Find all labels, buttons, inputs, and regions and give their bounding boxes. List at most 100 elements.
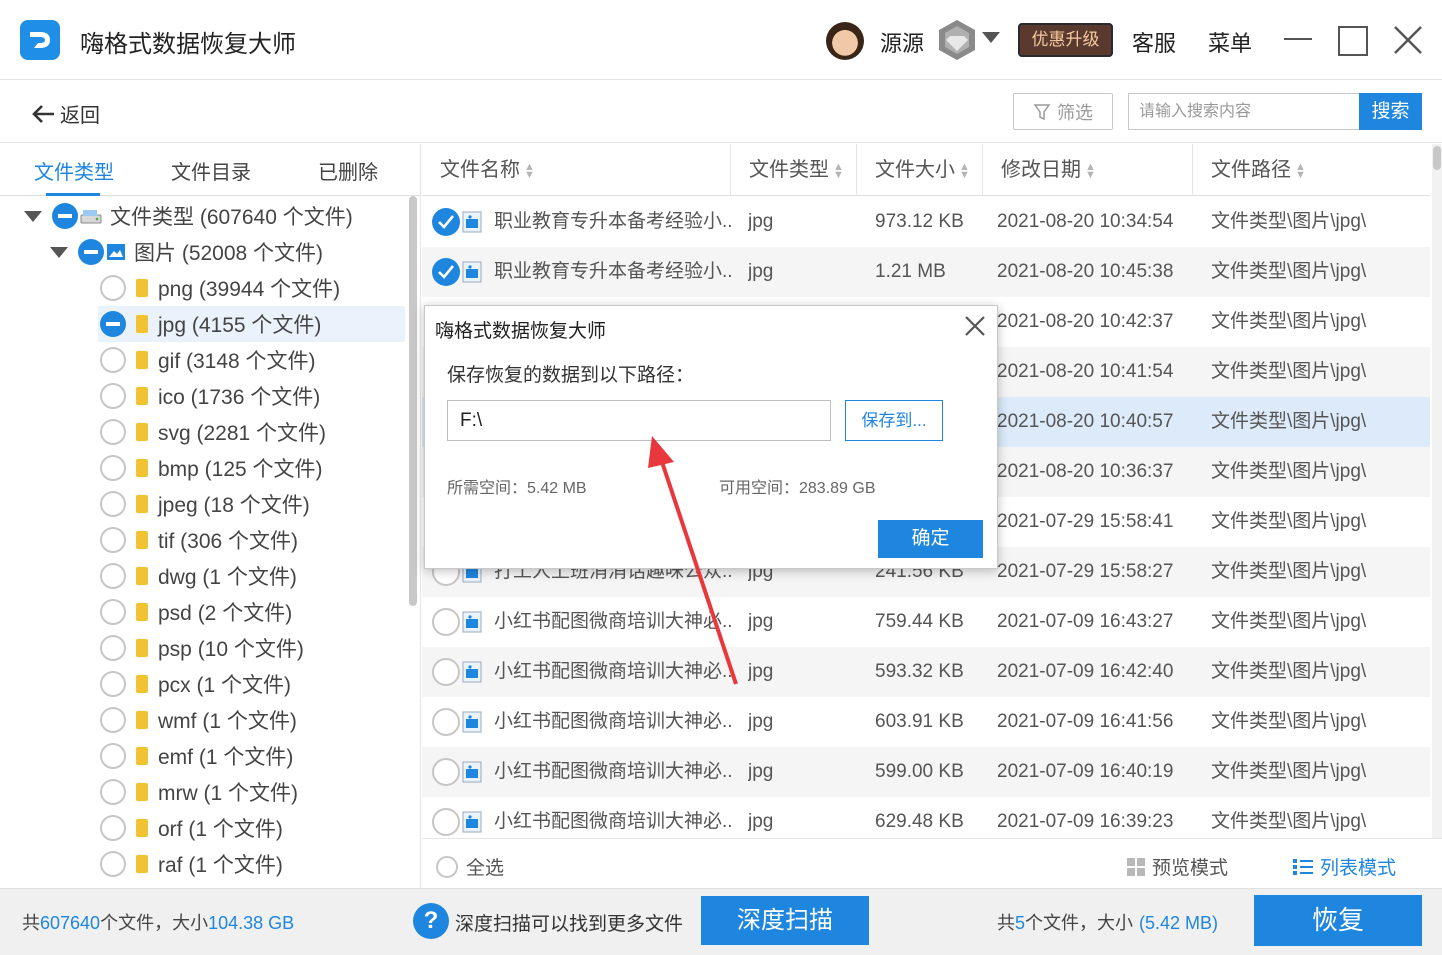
search-button[interactable]: 搜索 — [1359, 93, 1422, 130]
deep-scan-button[interactable]: 深度扫描 — [701, 896, 869, 945]
cell-modified-date: 2021-08-20 10:45:38 — [997, 261, 1174, 282]
folder-icon — [136, 387, 148, 405]
table-header: 文件名称 ▲ ▼ 文件类型 ▲ ▼ 文件大小 ▲ ▼ 修改日期 ▲ ▼ 文件路径 ▲ ▼ — [422, 144, 1430, 196]
unchecked-circle-icon[interactable] — [100, 599, 126, 625]
unchecked-circle-icon[interactable] — [432, 608, 460, 636]
tree-item[interactable]: psd (2 个文件) — [98, 594, 405, 630]
tree-category-images[interactable]: 图片 (52008 个文件) — [50, 234, 323, 270]
tree-item[interactable]: pcx (1 个文件) — [98, 666, 405, 702]
folder-icon — [136, 351, 148, 369]
expand-arrow-icon[interactable] — [24, 210, 42, 222]
table-row[interactable]: 小红书配图微商培训大神必... jpg 603.91 KB 2021-07-09 16… — [422, 697, 1430, 747]
unchecked-circle-icon[interactable] — [100, 743, 126, 769]
partial-check-icon[interactable] — [78, 239, 104, 265]
unchecked-circle-icon[interactable] — [100, 383, 126, 409]
unchecked-circle-icon[interactable] — [100, 527, 126, 553]
tree-item[interactable]: raf (1 个文件) — [98, 846, 405, 882]
tab-file-directory[interactable]: 文件目录 — [171, 156, 251, 185]
preview-mode-button[interactable]: 预览模式 — [1126, 853, 1228, 880]
unchecked-circle-icon[interactable] — [100, 815, 126, 841]
checked-circle-icon[interactable] — [432, 208, 460, 236]
customer-service-button[interactable]: 客服 — [1132, 26, 1176, 58]
tree-item-label: emf (1 个文件) — [158, 746, 294, 769]
tree-item[interactable]: emf (1 个文件) — [98, 738, 405, 774]
ok-button[interactable]: 确定 — [878, 520, 983, 558]
table-row[interactable]: 小红书配图微商培训大神必... jpg 593.32 KB 2021-07-09 16… — [422, 647, 1430, 697]
recover-button[interactable]: 恢复 — [1254, 895, 1422, 946]
table-row[interactable]: 小红书配图微商培训大神必... jpg 599.00 KB 2021-07-09 16… — [422, 747, 1430, 797]
tree-item[interactable]: wmf (1 个文件) — [98, 702, 405, 738]
username[interactable]: 源源 — [880, 26, 924, 58]
tree-item[interactable]: jpeg (18 个文件) — [98, 486, 405, 522]
cell-file-path: 文件类型\图片\jpg\ — [1211, 461, 1367, 482]
cell-file-name: 小红书配图微商培训大神必... — [494, 761, 734, 782]
tree-item[interactable]: orf (1 个文件) — [98, 810, 405, 846]
unchecked-circle-icon[interactable] — [100, 851, 126, 877]
unchecked-circle-icon[interactable] — [100, 671, 126, 697]
unchecked-circle-icon[interactable] — [432, 708, 460, 736]
upgrade-button[interactable]: 优惠升级 — [1018, 23, 1113, 57]
close-window-icon[interactable] — [1392, 24, 1424, 56]
column-header-name[interactable]: 文件名称 ▲ ▼ — [422, 144, 731, 196]
required-space: 所需空间：5.42 MB — [447, 480, 587, 497]
table-row[interactable]: 职业教育专升本备考经验小... jpg 973.12 KB 2021-08-20 10… — [422, 197, 1430, 247]
partial-check-icon[interactable] — [52, 203, 78, 229]
unchecked-circle-icon[interactable] — [432, 808, 460, 836]
tree-item[interactable]: bmp (125 个文件) — [98, 450, 405, 486]
unchecked-circle-icon[interactable] — [100, 563, 126, 589]
list-mode-button[interactable]: 列表模式 — [1292, 853, 1396, 880]
tree-item[interactable]: tif (306 个文件) — [98, 522, 405, 558]
user-menu-chevron-down-icon[interactable] — [982, 32, 1000, 43]
cell-modified-date: 2021-07-09 16:43:27 — [997, 611, 1174, 632]
save-to-button[interactable]: 保存到... — [845, 400, 943, 441]
unchecked-circle-icon[interactable] — [432, 658, 460, 686]
unchecked-circle-icon[interactable] — [100, 707, 126, 733]
expand-arrow-icon[interactable] — [50, 246, 68, 258]
checked-circle-icon[interactable] — [432, 258, 460, 286]
user-avatar[interactable] — [826, 22, 864, 60]
select-all-checkbox[interactable]: 全选 — [436, 853, 504, 880]
tree-item[interactable]: png (39944 个文件) — [98, 270, 405, 306]
search-input[interactable] — [1128, 93, 1360, 130]
tree-item[interactable]: gif (3148 个文件) — [98, 342, 405, 378]
save-path-input[interactable] — [447, 400, 831, 441]
cell-file-type: jpg — [748, 711, 774, 732]
maximize-icon[interactable] — [1338, 26, 1368, 56]
tree-item[interactable]: psp (10 个文件) — [98, 630, 405, 666]
table-scrollbar[interactable] — [1432, 144, 1442, 838]
unchecked-circle-icon[interactable] — [100, 455, 126, 481]
dialog-close-icon[interactable] — [961, 312, 989, 340]
table-row[interactable]: 小红书配图微商培训大神必... jpg 759.44 KB 2021-07-09 16… — [422, 597, 1430, 647]
help-question-icon[interactable]: ? — [413, 903, 449, 939]
table-row[interactable]: 小红书配图微商培训大神必... jpg 629.48 KB 2021-07-09 16… — [422, 797, 1430, 838]
column-header-type[interactable]: 文件类型 ▲ ▼ — [731, 144, 857, 196]
tree-item[interactable]: mrw (1 个文件) — [98, 774, 405, 810]
tree-item[interactable]: ico (1736 个文件) — [98, 378, 405, 414]
partial-check-icon[interactable] — [100, 311, 126, 337]
tree-item[interactable]: jpg (4155 个文件) — [98, 306, 405, 342]
table-scrollbar-thumb[interactable] — [1433, 146, 1441, 170]
preview-mode-label: 预览模式 — [1152, 858, 1229, 879]
unchecked-circle-icon[interactable] — [100, 779, 126, 805]
column-header-size[interactable]: 文件大小 ▲ ▼ — [857, 144, 983, 196]
minimize-icon[interactable] — [1284, 38, 1312, 40]
cell-modified-date: 2021-07-29 15:58:41 — [997, 511, 1174, 532]
tree-item[interactable]: dwg (1 个文件) — [98, 558, 405, 594]
menu-button[interactable]: 菜单 — [1208, 26, 1252, 58]
back-button[interactable]: 返回 — [30, 99, 100, 128]
tab-file-type[interactable]: 文件类型 — [34, 156, 114, 185]
unchecked-circle-icon[interactable] — [100, 419, 126, 445]
column-header-date[interactable]: 修改日期 ▲ ▼ — [983, 144, 1193, 196]
column-header-path[interactable]: 文件路径 ▲ ▼ — [1193, 144, 1430, 196]
tree-scrollbar[interactable] — [409, 196, 417, 606]
tab-deleted[interactable]: 已删除 — [318, 156, 378, 185]
unchecked-circle-icon[interactable] — [100, 275, 126, 301]
unchecked-circle-icon[interactable] — [432, 758, 460, 786]
tree-root[interactable]: 文件类型 (607640 个文件) — [24, 198, 353, 234]
unchecked-circle-icon[interactable] — [100, 491, 126, 517]
tree-item[interactable]: svg (2281 个文件) — [98, 414, 405, 450]
unchecked-circle-icon[interactable] — [100, 347, 126, 373]
filter-button[interactable]: 筛选 — [1013, 93, 1113, 130]
unchecked-circle-icon[interactable] — [100, 635, 126, 661]
table-row[interactable]: 职业教育专升本备考经验小... jpg 1.21 MB 2021-08-20 10:4… — [422, 247, 1430, 297]
